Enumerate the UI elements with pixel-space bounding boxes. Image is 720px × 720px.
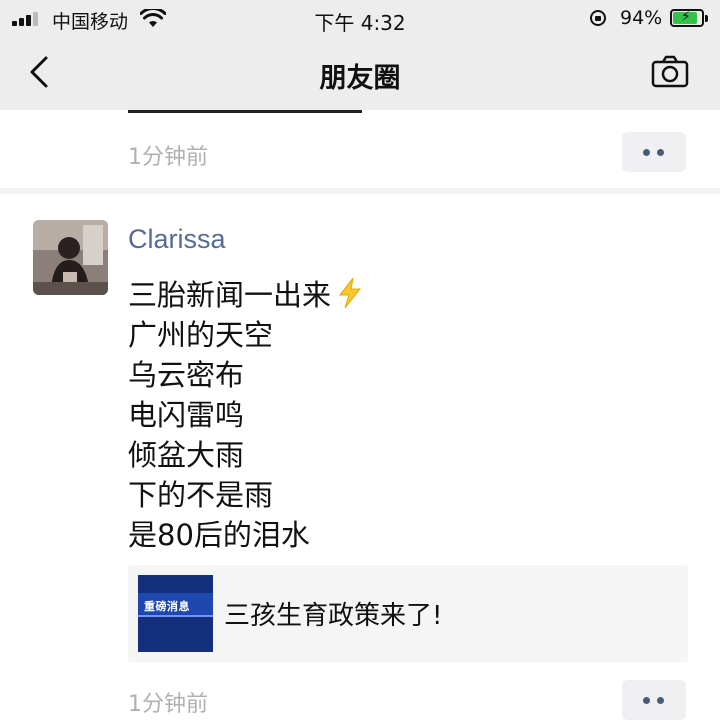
more-dots-icon[interactable] bbox=[622, 132, 686, 172]
link-thumbnail-label: 重磅消息 bbox=[144, 600, 190, 613]
status-bar: 中国移动 下午 4:32 94% ⚡ bbox=[0, 0, 720, 36]
link-thumbnail: 重磅消息 bbox=[138, 575, 213, 652]
link-title: 三孩生育政策来了! bbox=[224, 601, 443, 631]
battery-percent: 94% bbox=[620, 7, 663, 29]
post-line-2: 广州的天空 bbox=[128, 318, 274, 352]
camera-icon[interactable] bbox=[650, 54, 690, 90]
page-title: 朋友圈 bbox=[319, 63, 401, 94]
status-time: 下午 4:32 bbox=[314, 11, 406, 35]
rotation-lock-icon bbox=[590, 10, 606, 26]
post-line-3: 乌云密布 bbox=[128, 358, 245, 392]
post-line-4: 电闪雷鸣 bbox=[128, 398, 245, 432]
nav-bar: 朋友圈 bbox=[0, 36, 720, 110]
more-dots-icon[interactable] bbox=[622, 680, 686, 720]
lightning-emoji bbox=[339, 277, 362, 309]
shared-link-card[interactable]: 重磅消息 三孩生育政策来了! bbox=[128, 565, 688, 662]
post-line-1: 三胎新闻一出来 bbox=[128, 272, 363, 314]
post-time: 1分钟前 bbox=[128, 692, 208, 717]
post-author[interactable]: Clarissa bbox=[128, 224, 226, 255]
post-line-1-text: 三胎新闻一出来 bbox=[128, 278, 332, 312]
post-line-6: 下的不是雨 bbox=[128, 478, 274, 512]
post-line-5: 倾盆大雨 bbox=[128, 438, 245, 472]
post-line-7: 是80后的泪水 bbox=[128, 518, 310, 552]
post-separator bbox=[0, 188, 720, 194]
prev-post-edge bbox=[128, 110, 362, 113]
battery-charging-icon: ⚡ bbox=[670, 9, 708, 27]
prev-post-time: 1分钟前 bbox=[128, 145, 208, 170]
avatar[interactable] bbox=[33, 220, 108, 295]
